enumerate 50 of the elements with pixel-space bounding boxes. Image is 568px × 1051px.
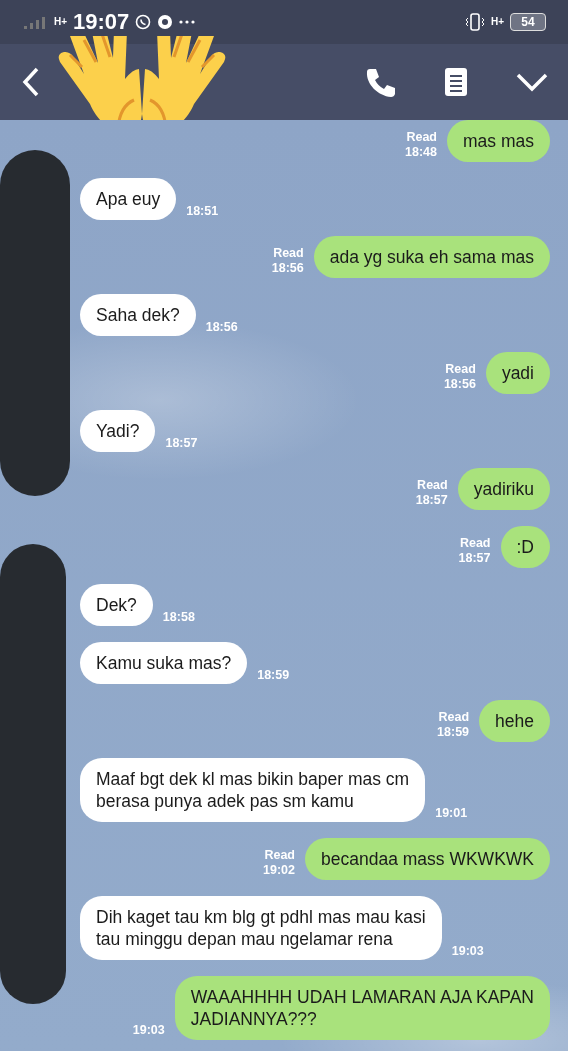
- message-time: 18:57: [415, 493, 448, 508]
- message-time: 18:56: [271, 261, 304, 276]
- more-icon: [179, 20, 196, 24]
- received-message: Apa euy: [80, 178, 177, 220]
- sent-message: mas mas: [447, 120, 550, 162]
- browser-icon: [157, 14, 174, 30]
- read-receipt: Read: [406, 130, 437, 145]
- signal-icon: [24, 15, 48, 29]
- read-receipt: Read: [417, 478, 448, 493]
- message-time: 19:01: [435, 806, 468, 822]
- vibrate-icon: [464, 13, 485, 31]
- read-receipt: Read: [445, 362, 476, 377]
- message-time: 18:57: [165, 436, 198, 452]
- sent-message: yadiriku: [457, 468, 550, 510]
- message-time: 18:59: [257, 668, 290, 684]
- message-time: 18:59: [437, 725, 470, 740]
- message-time: 18:58: [162, 610, 195, 626]
- read-receipt: Read: [438, 710, 470, 725]
- received-message: Kamu suka mas?: [80, 642, 248, 684]
- message-time: 18:57: [458, 551, 491, 566]
- received-message: Dek?: [80, 584, 153, 626]
- battery-level: 54: [510, 13, 546, 31]
- message-time: 18:56: [205, 320, 238, 336]
- chevron-down-icon[interactable]: [516, 72, 548, 92]
- message-time: 18:48: [405, 145, 437, 160]
- message-time: 19:03: [132, 1023, 165, 1038]
- received-message: Saha dek?: [80, 294, 196, 336]
- chat-app-icon: [135, 14, 152, 30]
- back-icon[interactable]: [22, 67, 40, 97]
- sent-message: hehe: [479, 700, 550, 742]
- sent-message: yadi: [485, 352, 550, 394]
- received-message: Maaf bgt dek kl mas bikin baper mas cm berasa punya adek pas sm kamu: [80, 758, 426, 822]
- read-receipt: Read: [264, 848, 295, 863]
- read-receipt: Read: [459, 536, 491, 551]
- read-receipt: Read: [273, 246, 304, 261]
- received-message: Dih kaget tau km blg gt pdhl mas mau kasi tau minggu depan mau ngelamar rena: [80, 896, 442, 960]
- sent-message: WAAAHHHH UDAH LAMARAN AJA KAPAN JADIANNYA???: [174, 976, 550, 1040]
- message-time: 18:51: [186, 204, 219, 220]
- phone-icon[interactable]: [364, 66, 396, 98]
- network-type: H+: [490, 17, 504, 27]
- notes-icon[interactable]: [444, 67, 468, 97]
- message-time: 19:02: [263, 863, 295, 878]
- clock: 19:07: [73, 9, 130, 35]
- sent-message: :D: [500, 526, 550, 568]
- network-type: H+: [54, 17, 68, 27]
- sent-message: becandaa mass WKWKWK: [305, 838, 550, 880]
- sent-message: ada yg suka eh sama mas: [313, 236, 550, 278]
- message-time: 19:03: [451, 944, 484, 960]
- message-time: 18:56: [443, 377, 476, 392]
- received-message: Yadi?: [80, 410, 156, 452]
